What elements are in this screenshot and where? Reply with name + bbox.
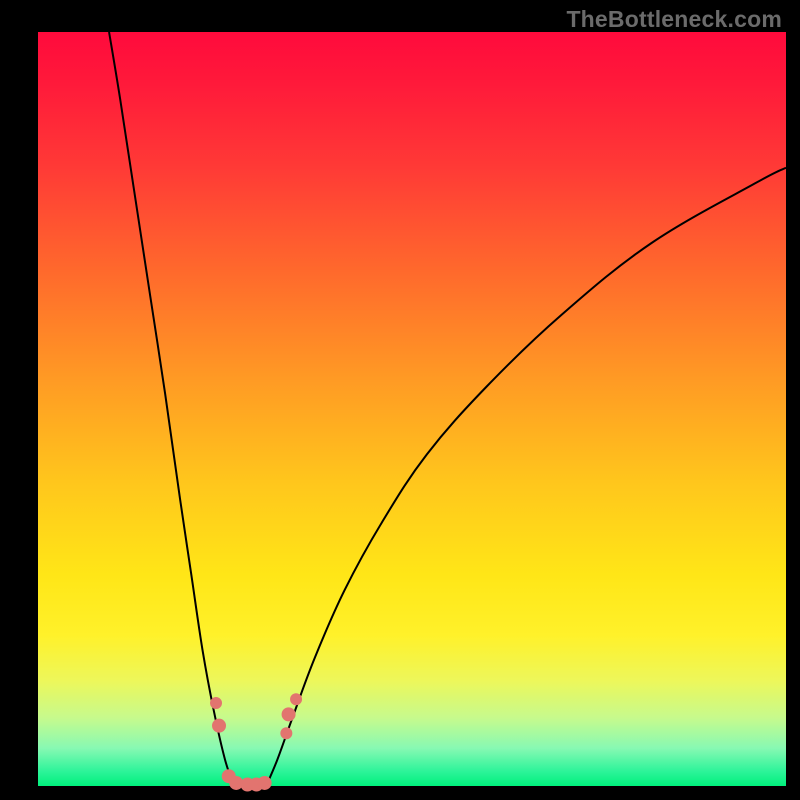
chart-gradient-background <box>38 32 786 786</box>
outer-frame: TheBottleneck.com <box>0 0 800 800</box>
watermark-text: TheBottleneck.com <box>566 6 782 33</box>
